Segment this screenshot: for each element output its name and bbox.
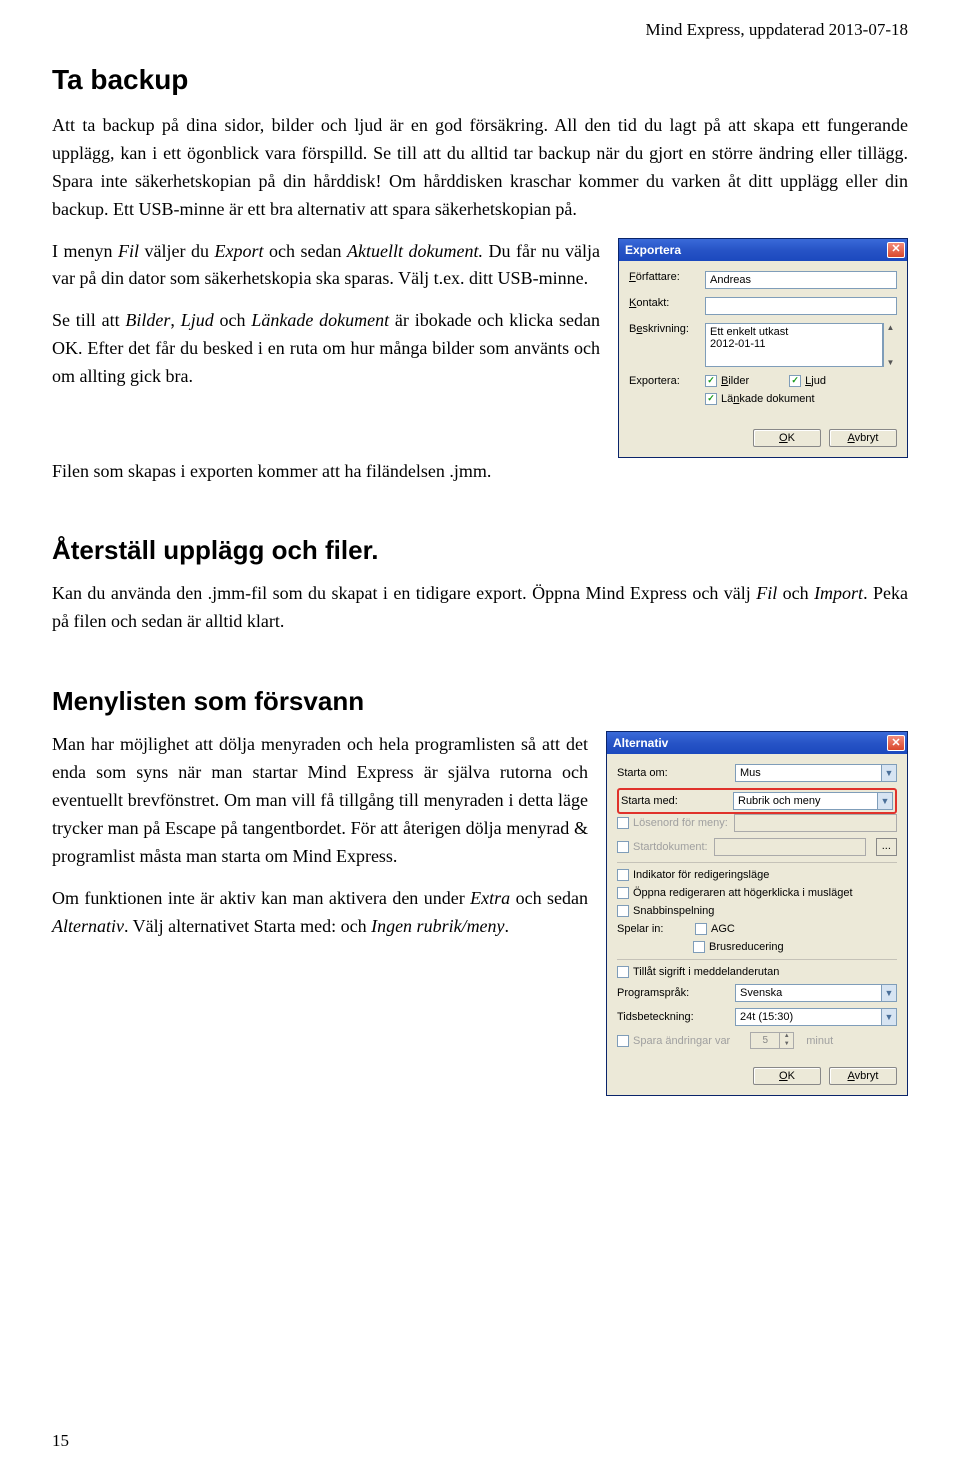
input-losenord: [734, 814, 897, 832]
dialog-exportera-titlebar: Exportera ✕: [619, 239, 907, 261]
para-2: I menyn Fil väljer du Export och sedan A…: [52, 238, 600, 294]
heading-menylisten: Menylisten som försvann: [52, 686, 908, 717]
browse-button[interactable]: ...: [876, 838, 897, 856]
label-starta-om: Starta om:: [617, 767, 729, 779]
label-tidsbeteckning: Tidsbeteckning:: [617, 1011, 729, 1023]
close-icon[interactable]: ✕: [887, 242, 905, 258]
doc-header: Mind Express, uppdaterad 2013-07-18: [52, 20, 908, 40]
checkbox-spara-andringar[interactable]: Spara ändringar var: [617, 1035, 730, 1047]
para-7: Om funktionen inte är aktiv kan man akti…: [52, 885, 588, 941]
page-number: 15: [52, 1431, 69, 1451]
dialog-exportera-title: Exportera: [625, 243, 681, 257]
checkbox-lankade[interactable]: ✓Länkade dokument: [705, 393, 897, 405]
label-minut: minut: [806, 1035, 833, 1047]
dialog-alternativ-titlebar: Alternativ ✕: [607, 732, 907, 754]
para-5: Kan du använda den .jmm-fil som du skapa…: [52, 580, 908, 636]
checkbox-brusreducering[interactable]: Brusreducering: [693, 941, 784, 953]
scrollbar-icon[interactable]: ▲▼: [883, 323, 897, 367]
checkbox-agc[interactable]: AGC: [695, 923, 735, 935]
chevron-down-icon: ▼: [780, 1041, 793, 1049]
para-6: Man har möjlighet att dölja menyraden oc…: [52, 731, 588, 870]
checkbox-snabbinspelning[interactable]: Snabbinspelning: [617, 905, 714, 917]
para-4: Filen som skapas i exporten kommer att h…: [52, 458, 908, 486]
select-starta-med[interactable]: Rubrik och meny▼: [733, 792, 893, 810]
close-icon[interactable]: ✕: [887, 735, 905, 751]
checkbox-startdokument[interactable]: Startdokument:: [617, 841, 708, 853]
checkbox-losenord[interactable]: Lösenord för meny:: [617, 817, 728, 829]
input-kontakt[interactable]: [705, 297, 897, 315]
label-forfattare: Författare:: [629, 271, 705, 283]
separator: [617, 959, 897, 960]
cancel-button[interactable]: Avbryt: [829, 1067, 897, 1085]
input-startdokument: [714, 838, 866, 856]
chevron-down-icon: ▼: [881, 1009, 896, 1025]
chevron-down-icon: ▼: [877, 793, 892, 809]
dialog-alternativ: Alternativ ✕ Starta om: Mus▼ Starta med:…: [606, 731, 908, 1096]
para-3: Se till att Bilder, Ljud och Länkade dok…: [52, 307, 600, 391]
dialog-exportera: Exportera ✕ Författare: Kontakt: Beskriv…: [618, 238, 908, 458]
heading-ta-backup: Ta backup: [52, 64, 908, 96]
label-starta-med: Starta med:: [621, 795, 727, 807]
cancel-button[interactable]: Avbryt: [829, 429, 897, 447]
input-forfattare[interactable]: [705, 271, 897, 289]
label-beskrivning: Beskrivning:: [629, 323, 705, 335]
checkbox-oppna-redigeraren[interactable]: Öppna redigeraren att högerklicka i musl…: [617, 887, 853, 899]
chevron-down-icon: ▼: [881, 985, 896, 1001]
label-kontakt: Kontakt:: [629, 297, 705, 309]
chevron-up-icon: ▲: [780, 1033, 793, 1041]
checkbox-tillat-sigrift[interactable]: Tillåt sigrift i meddelanderutan: [617, 966, 779, 978]
spinner-minut[interactable]: 5 ▲▼: [750, 1032, 794, 1049]
select-tidsbeteckning[interactable]: 24t (15:30)▼: [735, 1008, 897, 1026]
label-programsprak: Programspråk:: [617, 987, 729, 999]
checkbox-indikator[interactable]: Indikator för redigeringsläge: [617, 869, 769, 881]
ok-button[interactable]: OK: [753, 1067, 821, 1085]
input-beskrivning[interactable]: Ett enkelt utkast 2012-01-11: [705, 323, 883, 367]
select-programsprak[interactable]: Svenska▼: [735, 984, 897, 1002]
label-spelar-in: Spelar in:: [617, 923, 689, 935]
ok-button[interactable]: OK: [753, 429, 821, 447]
highlighted-row: Starta med: Rubrik och meny▼: [617, 788, 897, 814]
checkbox-bilder[interactable]: ✓Bilder: [705, 375, 749, 387]
heading-aterstall: Återställ upplägg och filer.: [52, 535, 908, 566]
checkbox-ljud[interactable]: ✓Ljud: [789, 375, 826, 387]
dialog-alternativ-title: Alternativ: [613, 736, 668, 750]
select-starta-om[interactable]: Mus▼: [735, 764, 897, 782]
separator: [617, 862, 897, 863]
label-exportera: Exportera:: [629, 375, 705, 387]
chevron-down-icon: ▼: [881, 765, 896, 781]
para-1: Att ta backup på dina sidor, bilder och …: [52, 112, 908, 224]
